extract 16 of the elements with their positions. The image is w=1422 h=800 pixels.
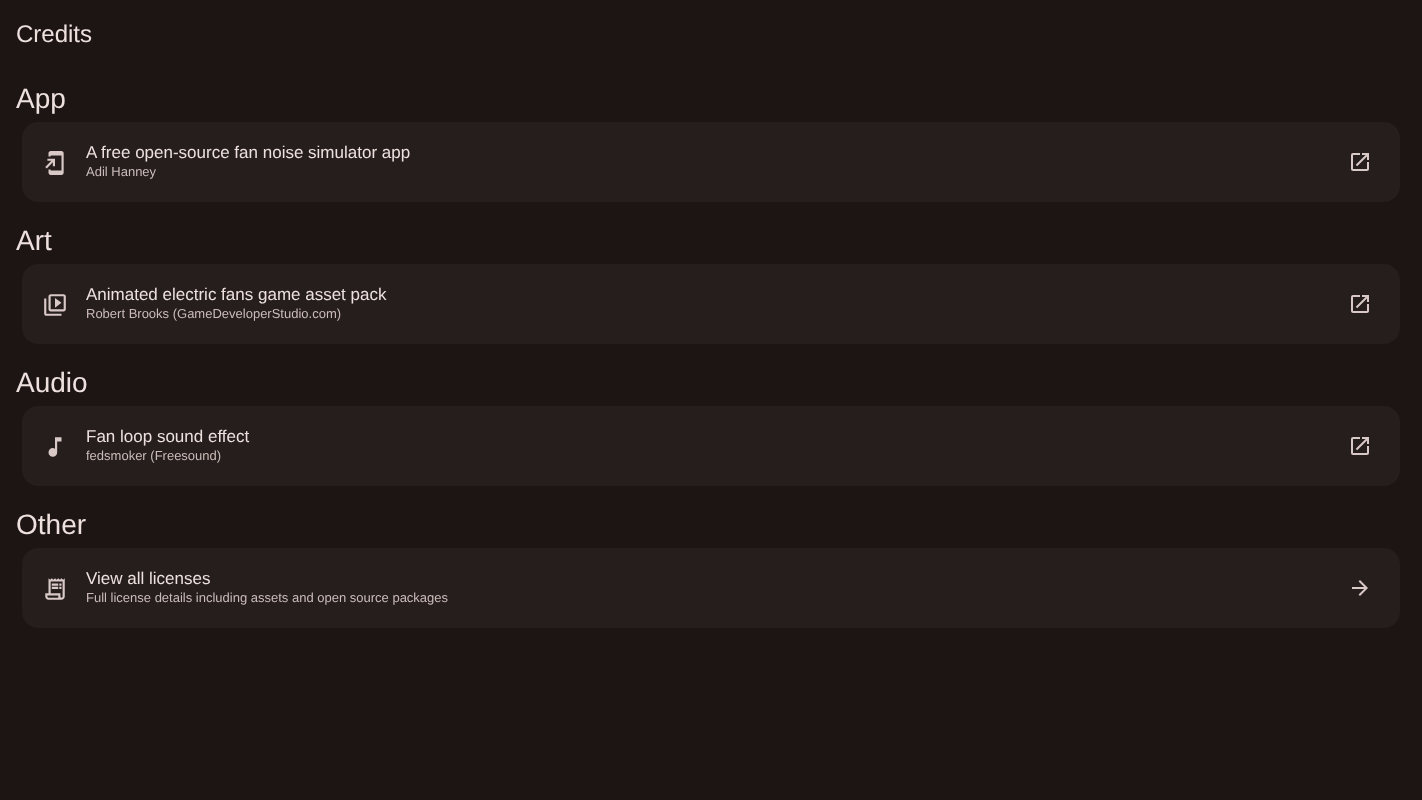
section-heading: Art xyxy=(16,222,54,258)
arrow-right-icon[interactable] xyxy=(1348,576,1372,600)
section-heading: App xyxy=(16,80,68,116)
section-heading: Other xyxy=(16,506,89,542)
section-heading: Audio xyxy=(16,364,90,400)
card-title: Animated electric fans game asset pack xyxy=(86,282,389,306)
page-title: Credits xyxy=(16,18,95,52)
external-link-icon[interactable] xyxy=(1348,434,1372,458)
card-title: Fan loop sound effect xyxy=(86,424,252,448)
card-title: View all licenses xyxy=(86,566,213,590)
external-link-icon[interactable] xyxy=(1348,150,1372,174)
phone-icon xyxy=(42,149,68,175)
library-icon xyxy=(42,291,68,317)
external-link-icon[interactable] xyxy=(1348,292,1372,316)
card-title: A free open-source fan noise simulator app xyxy=(86,140,413,164)
receipt-icon xyxy=(42,575,68,601)
